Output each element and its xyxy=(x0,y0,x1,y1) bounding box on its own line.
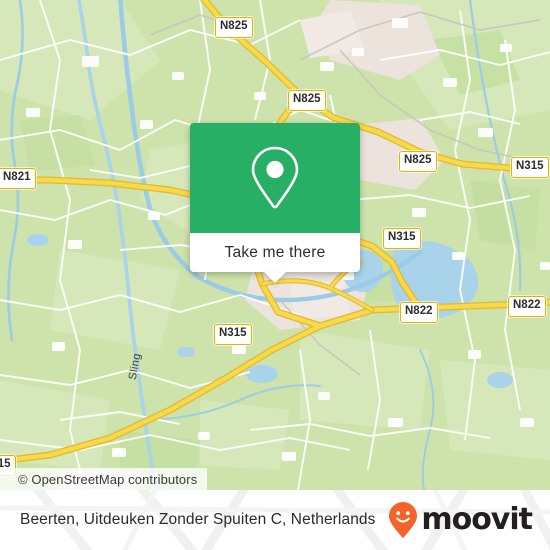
attribution-text: © OpenStreetMap contributors xyxy=(18,471,198,487)
road-shield-n315-1: N315 xyxy=(383,228,421,249)
moovit-logo[interactable]: moovit xyxy=(388,501,533,539)
moovit-map-page: Sling N825 N825 N825 N315 N821 N315 N822… xyxy=(0,0,550,550)
attribution-bar: © OpenStreetMap contributors xyxy=(0,468,208,490)
road-shield-n822-1: N822 xyxy=(400,302,438,323)
road-shield-n315-2: N315 xyxy=(214,324,252,345)
road-shield-n822-2: N822 xyxy=(508,296,546,317)
footer-bar: Beerten, Uitdeuken Zonder Spuiten C, Net… xyxy=(0,490,550,550)
moovit-wordmark: moovit xyxy=(421,502,533,537)
popup-tail-pointer xyxy=(264,272,286,283)
moovit-pin-icon xyxy=(389,502,418,538)
map-pin-icon xyxy=(251,146,299,209)
road-shield-n825-3: N825 xyxy=(399,151,437,172)
popup-icon-area xyxy=(190,123,360,233)
location-title: Beerten, Uitdeuken Zonder Spuiten C, Net… xyxy=(20,511,376,528)
take-me-there-button[interactable]: Take me there xyxy=(190,233,360,272)
road-shield-n315-right: N315 xyxy=(511,157,549,178)
take-me-there-popup[interactable]: Take me there xyxy=(190,123,360,283)
footer-content: Beerten, Uitdeuken Zonder Spuiten C, Net… xyxy=(0,490,550,550)
road-shield-n825-1: N825 xyxy=(215,17,253,38)
road-shield-n821: N821 xyxy=(0,168,36,189)
road-shield-n825-2: N825 xyxy=(288,90,326,111)
take-me-there-label: Take me there xyxy=(224,243,326,261)
